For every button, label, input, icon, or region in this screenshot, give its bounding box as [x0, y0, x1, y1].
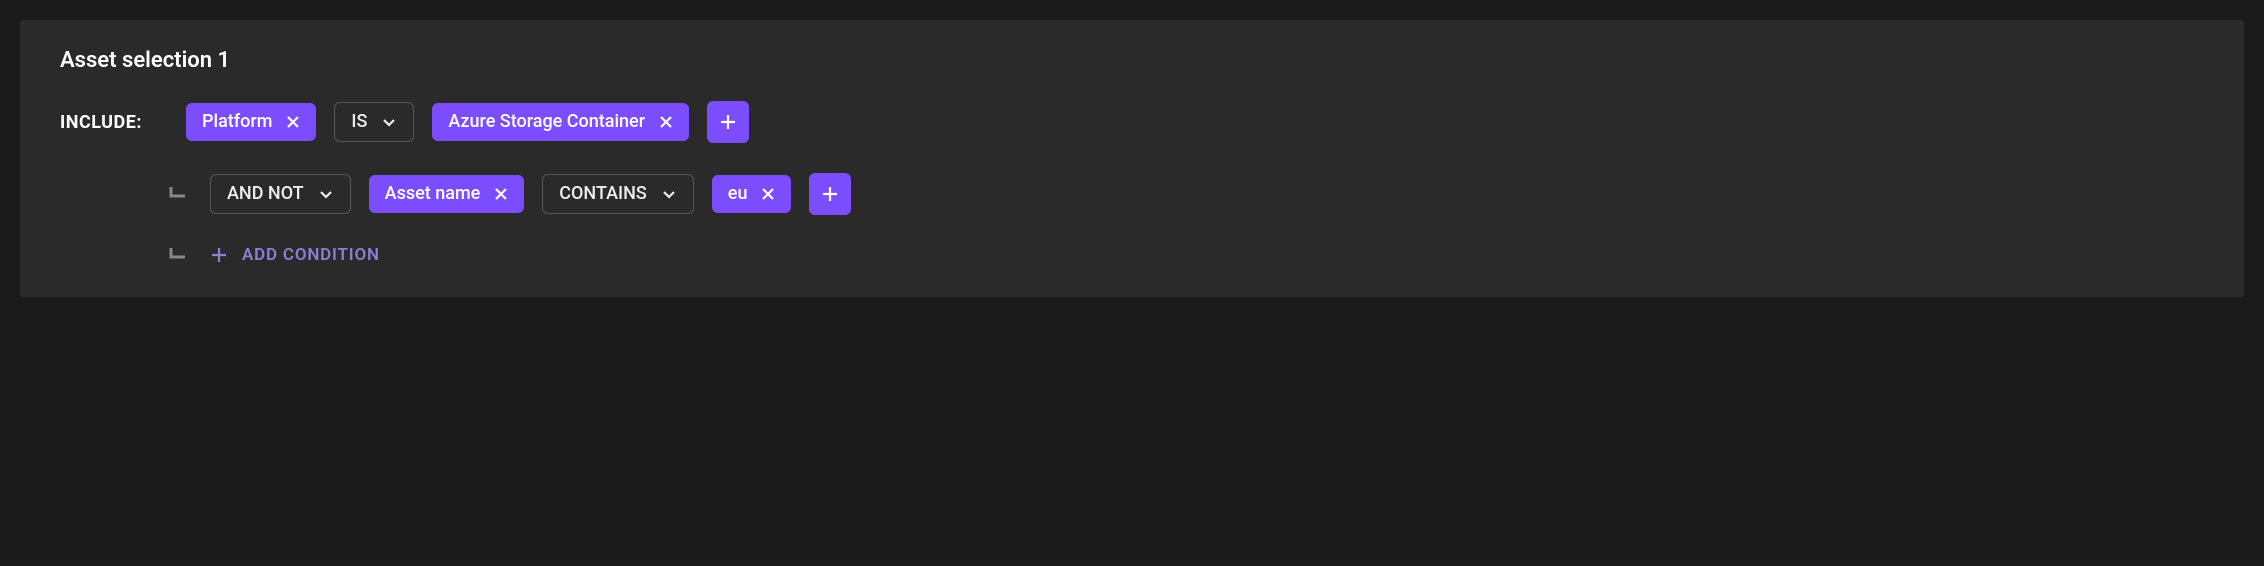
chevron-down-icon [318, 186, 334, 202]
attribute-chip-asset-name[interactable]: Asset name [369, 175, 525, 213]
operator-label: IS [351, 113, 367, 131]
add-value-button[interactable] [809, 173, 851, 215]
value-chip-eu[interactable]: eu [712, 175, 792, 213]
logical-operator-label: AND NOT [227, 185, 304, 203]
add-condition-button[interactable]: ADD CONDITION [210, 245, 380, 265]
add-value-button[interactable] [707, 101, 749, 143]
value-chip-azure-storage[interactable]: Azure Storage Container [432, 103, 689, 141]
operator-select[interactable]: CONTAINS [542, 174, 694, 214]
value-label: Azure Storage Container [448, 113, 645, 131]
close-icon[interactable] [659, 115, 673, 129]
plus-icon [821, 185, 839, 203]
logical-operator-select[interactable]: AND NOT [210, 174, 351, 214]
attribute-label: Asset name [385, 185, 481, 203]
panel-title: Asset selection 1 [60, 48, 2204, 73]
indent-marker-icon [168, 245, 192, 265]
add-condition-row: ADD CONDITION [60, 245, 2204, 265]
add-condition-label: ADD CONDITION [242, 245, 380, 265]
value-label: eu [728, 185, 748, 203]
close-icon[interactable] [286, 115, 300, 129]
condition-row: AND NOT Asset name CONTAINS eu [60, 173, 2204, 215]
operator-label: CONTAINS [559, 185, 647, 203]
attribute-chip-platform[interactable]: Platform [186, 103, 316, 141]
operator-select[interactable]: IS [334, 102, 414, 142]
chevron-down-icon [381, 114, 397, 130]
include-label: INCLUDE: [60, 112, 160, 133]
condition-row: INCLUDE: Platform IS Azure Storage Conta… [60, 101, 2204, 143]
chevron-down-icon [661, 186, 677, 202]
close-icon[interactable] [761, 187, 775, 201]
plus-icon [210, 246, 228, 264]
plus-icon [719, 113, 737, 131]
attribute-label: Platform [202, 113, 272, 131]
close-icon[interactable] [494, 187, 508, 201]
indent-marker-icon [168, 184, 192, 204]
asset-selection-panel: Asset selection 1 INCLUDE: Platform IS A… [20, 20, 2244, 297]
